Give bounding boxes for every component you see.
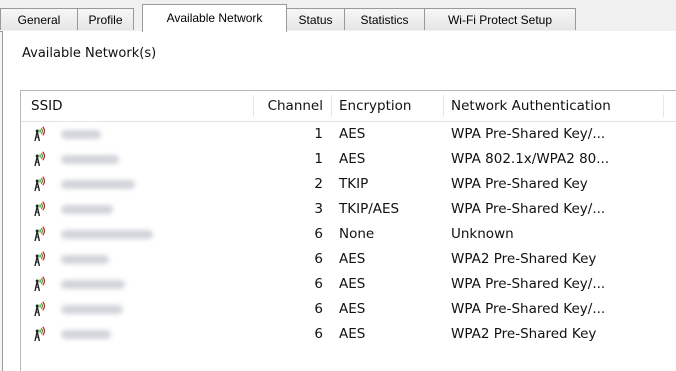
available-networks-label: Available Network(s) xyxy=(22,46,157,61)
network-authentication-cell: Unknown xyxy=(451,226,514,242)
encryption-cell: None xyxy=(339,226,375,242)
encryption-cell: AES xyxy=(339,126,366,142)
column-header-encryption[interactable]: Encryption xyxy=(333,91,441,121)
column-divider[interactable] xyxy=(443,95,444,117)
column-header-network-authentication[interactable]: Network Authentication xyxy=(445,91,665,121)
tab-bar: General Profile Available Network Status… xyxy=(0,0,676,32)
network-authentication-cell: WPA Pre-Shared Key/... xyxy=(451,301,606,317)
ssid-cell xyxy=(21,247,253,272)
ssid-cell xyxy=(21,122,253,147)
ssid-redacted xyxy=(61,180,135,189)
network-list[interactable]: SSID Channel Encryption Network Authenti… xyxy=(20,90,676,371)
ssid-redacted xyxy=(61,280,125,289)
tab-wifi-protect-setup[interactable]: Wi-Fi Protect Setup xyxy=(424,8,576,30)
network-row[interactable]: 3 TKIP/AES WPA Pre-Shared Key/... xyxy=(21,197,676,222)
ssid-cell xyxy=(21,147,253,172)
network-authentication-cell: WPA Pre-Shared Key/... xyxy=(451,276,606,292)
encryption-cell: AES xyxy=(339,251,366,267)
network-row[interactable]: 6 AES WPA Pre-Shared Key/... xyxy=(21,297,676,322)
tab-profile[interactable]: Profile xyxy=(77,8,134,30)
network-row[interactable]: 2 TKIP WPA Pre-Shared Key xyxy=(21,172,676,197)
ssid-redacted xyxy=(61,130,101,139)
channel-cell: 6 xyxy=(314,276,323,292)
wifi-antenna-icon xyxy=(31,326,47,342)
channel-cell: 6 xyxy=(314,326,323,342)
wifi-antenna-icon xyxy=(31,226,47,242)
ssid-redacted xyxy=(61,205,113,214)
ssid-redacted xyxy=(61,330,111,339)
ssid-redacted xyxy=(61,305,123,314)
encryption-cell: AES xyxy=(339,326,366,342)
network-row[interactable]: 1 AES WPA Pre-Shared Key/... xyxy=(21,122,676,147)
encryption-cell: AES xyxy=(339,151,366,167)
tab-available-network[interactable]: Available Network xyxy=(142,4,287,32)
ssid-cell xyxy=(21,272,253,297)
ssid-redacted xyxy=(61,255,109,264)
encryption-cell: AES xyxy=(339,276,366,292)
network-row[interactable]: 6 AES WPA2 Pre-Shared Key xyxy=(21,247,676,272)
wifi-antenna-icon xyxy=(31,126,47,142)
channel-cell: 6 xyxy=(314,226,323,242)
column-header-ssid[interactable]: SSID xyxy=(25,91,253,121)
ssid-cell xyxy=(21,197,253,222)
wifi-antenna-icon xyxy=(31,276,47,292)
encryption-cell: AES xyxy=(339,301,366,317)
ssid-cell xyxy=(21,222,253,247)
encryption-cell: TKIP xyxy=(339,176,369,192)
network-rows: 1 AES WPA Pre-Shared Key/... 1 AES WPA 802.1x… xyxy=(21,122,676,347)
wifi-antenna-icon xyxy=(31,251,47,267)
channel-cell: 1 xyxy=(314,126,323,142)
column-divider[interactable] xyxy=(663,95,664,117)
wifi-antenna-icon xyxy=(31,151,47,167)
wireless-utility-window: General Profile Available Network Status… xyxy=(0,0,676,371)
network-authentication-cell: WPA Pre-Shared Key xyxy=(451,176,588,192)
ssid-cell xyxy=(21,322,253,347)
wifi-antenna-icon xyxy=(31,301,47,317)
wifi-antenna-icon xyxy=(31,201,47,217)
column-header-channel[interactable]: Channel xyxy=(253,91,329,121)
ssid-cell xyxy=(21,297,253,322)
channel-cell: 2 xyxy=(314,176,323,192)
network-row[interactable]: 6 None Unknown xyxy=(21,222,676,247)
channel-cell: 6 xyxy=(314,301,323,317)
tab-statistics[interactable]: Statistics xyxy=(344,8,425,30)
encryption-cell: TKIP/AES xyxy=(339,201,400,217)
channel-cell: 1 xyxy=(314,151,323,167)
ssid-redacted xyxy=(61,230,153,239)
network-authentication-cell: WPA Pre-Shared Key/... xyxy=(451,126,606,142)
tab-status[interactable]: Status xyxy=(286,8,345,30)
channel-cell: 6 xyxy=(314,251,323,267)
list-header: SSID Channel Encryption Network Authenti… xyxy=(21,91,676,122)
network-authentication-cell: WPA 802.1x/WPA2 80... xyxy=(451,151,610,167)
network-row[interactable]: 6 AES WPA Pre-Shared Key/... xyxy=(21,272,676,297)
wifi-antenna-icon xyxy=(31,176,47,192)
network-authentication-cell: WPA2 Pre-Shared Key xyxy=(451,251,597,267)
network-authentication-cell: WPA Pre-Shared Key/... xyxy=(451,201,606,217)
ssid-cell xyxy=(21,172,253,197)
channel-cell: 3 xyxy=(314,201,323,217)
column-divider[interactable] xyxy=(331,95,332,117)
tab-general[interactable]: General xyxy=(0,8,78,30)
network-row[interactable]: 1 AES WPA 802.1x/WPA2 80... xyxy=(21,147,676,172)
ssid-redacted xyxy=(61,155,119,164)
network-authentication-cell: WPA2 Pre-Shared Key xyxy=(451,326,597,342)
network-row[interactable]: 6 AES WPA2 Pre-Shared Key xyxy=(21,322,676,347)
